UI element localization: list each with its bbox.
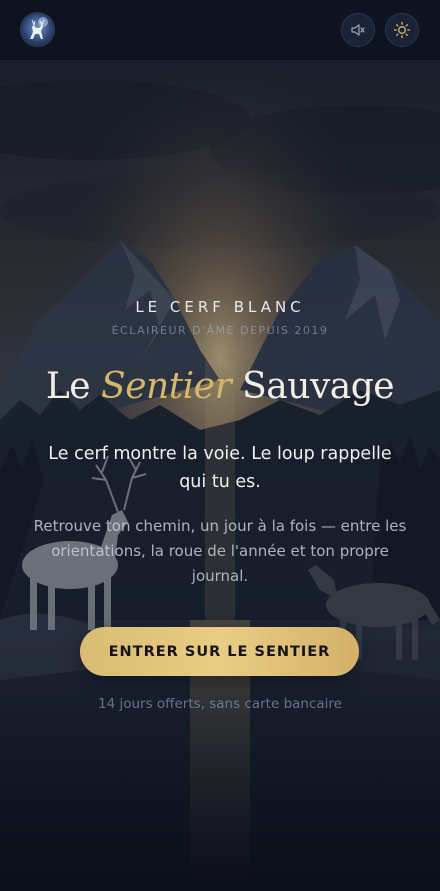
hero-subtitle: Le cerf montre la voie. Le loup rappelle… xyxy=(48,444,392,492)
top-bar xyxy=(0,0,440,60)
title-part-1: Le xyxy=(45,366,102,407)
theme-toggle-button[interactable] xyxy=(385,13,419,47)
enter-path-button[interactable]: ENTRER SUR LE SENTIER xyxy=(80,627,359,676)
brand-tagline: ÉCLAIREUR D'ÂME DEPUIS 2019 xyxy=(111,324,329,337)
hero-description: Retrouve ton chemin, un jour à la fois —… xyxy=(33,517,407,585)
title-accent: Sentier xyxy=(101,366,232,407)
title-part-2: Sauvage xyxy=(231,366,395,407)
landing-page: LE CERF BLANC ÉCLAIREUR D'ÂME DEPUIS 201… xyxy=(0,0,440,891)
trial-note: 14 jours offerts, sans carte bancaire xyxy=(98,696,342,712)
speaker-muted-icon xyxy=(351,24,365,36)
brand-name: LE CERF BLANC xyxy=(135,298,305,316)
logo-icon[interactable] xyxy=(21,13,54,46)
mute-button[interactable] xyxy=(341,13,375,47)
hero-section: LE CERF BLANC ÉCLAIREUR D'ÂME DEPUIS 201… xyxy=(0,60,440,891)
sun-icon xyxy=(393,21,411,39)
page-title: Le Sentier Sauvage xyxy=(0,366,440,407)
